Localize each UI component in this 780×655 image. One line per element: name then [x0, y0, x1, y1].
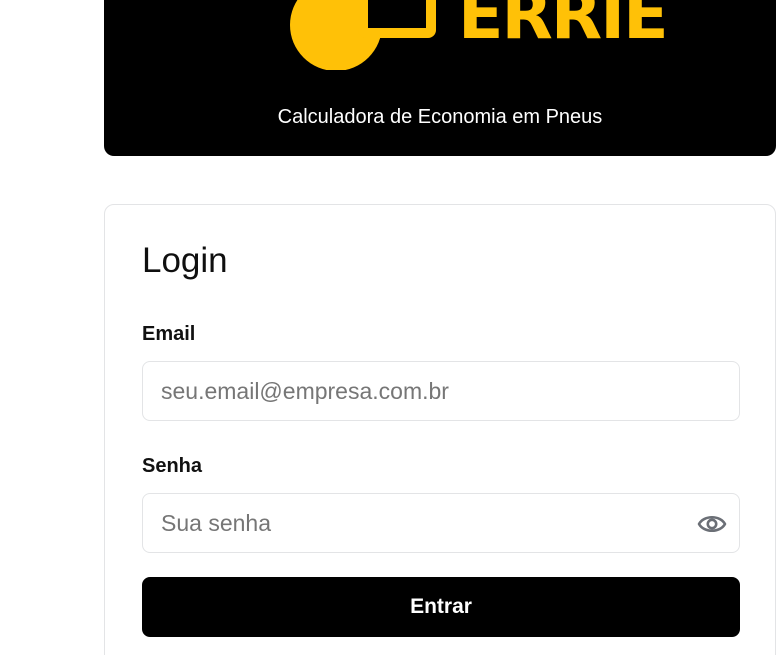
login-title: Login [142, 241, 228, 280]
login-button[interactable]: Entrar [142, 577, 740, 637]
login-page: ERRIE Calculadora de Economia em Pneus L… [0, 0, 780, 655]
password-field-container [142, 493, 740, 553]
eye-icon[interactable] [697, 510, 727, 538]
password-field[interactable] [143, 494, 739, 552]
email-field[interactable] [143, 362, 739, 420]
email-label: Email [142, 323, 196, 345]
brand-header: ERRIE Calculadora de Economia em Pneus [104, 0, 776, 156]
logo-icon [290, 0, 436, 70]
password-label: Senha [142, 455, 203, 477]
logo-wordmark: ERRIE [458, 0, 669, 55]
email-field-container [142, 361, 740, 421]
login-card: Login Email Senha Entrar [104, 204, 776, 655]
brand-subtitle: Calculadora de Economia em Pneus [277, 106, 603, 128]
